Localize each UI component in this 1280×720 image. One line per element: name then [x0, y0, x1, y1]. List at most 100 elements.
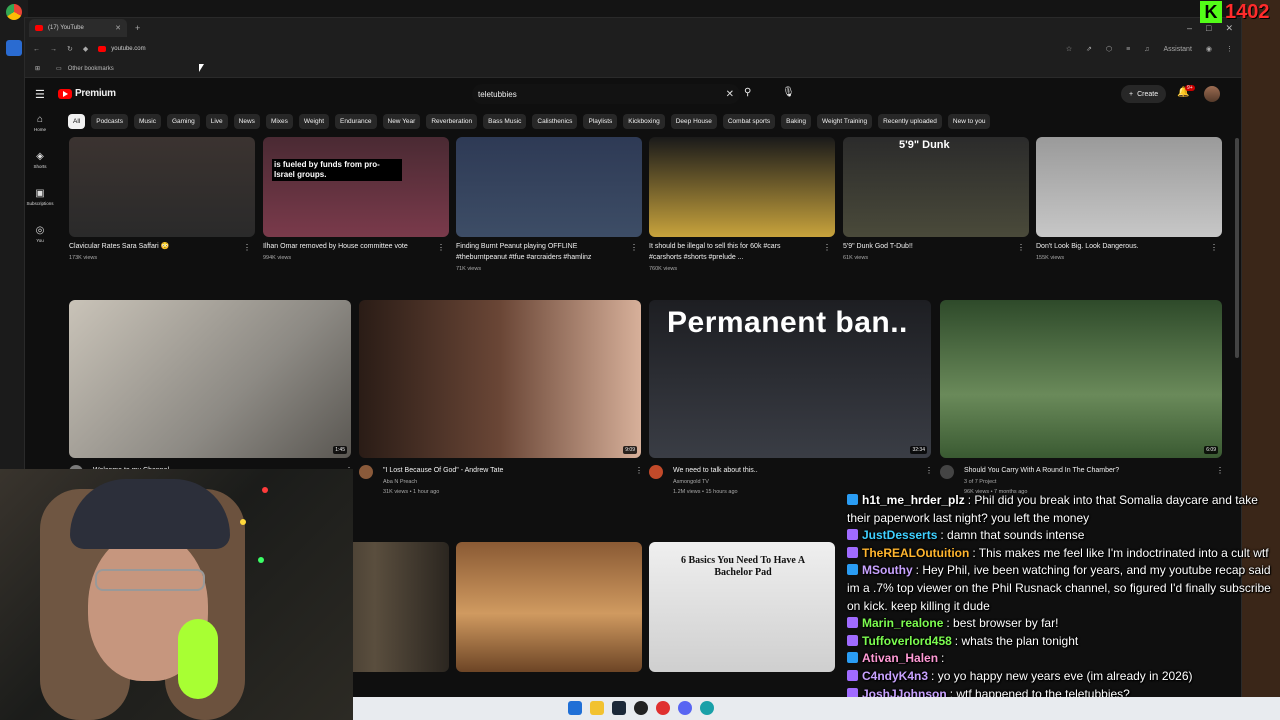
more-options-icon[interactable]: ⋮ [437, 243, 445, 252]
minimize-icon[interactable]: – [1187, 23, 1192, 34]
more-options-icon[interactable]: ⋮ [1210, 243, 1218, 252]
share-icon[interactable]: ⇗ [1086, 45, 1092, 53]
more-options-icon[interactable]: ⋮ [1216, 466, 1224, 475]
video-title[interactable]: We need to talk about this.. [673, 466, 758, 475]
video-thumbnail[interactable] [649, 137, 835, 237]
discord-icon[interactable] [678, 701, 692, 715]
close-tab-icon[interactable]: ✕ [115, 24, 121, 32]
more-options-icon[interactable]: ⋮ [630, 243, 638, 252]
tab-youtube[interactable]: (17) YouTube ✕ [29, 19, 127, 37]
channel-avatar[interactable] [359, 465, 373, 479]
chip-podcasts[interactable]: Podcasts [91, 114, 128, 129]
chip-recently-uploaded[interactable]: Recently uploaded [878, 114, 942, 129]
clear-search-icon[interactable]: ✕ [726, 89, 734, 100]
extensions-icon[interactable]: ⬡ [1106, 45, 1112, 53]
video-thumbnail[interactable] [1036, 137, 1222, 237]
video-title[interactable]: It should be illegal to sell this for 60… [649, 242, 781, 251]
chip-combat-sports[interactable]: Combat sports [722, 114, 776, 129]
url-field[interactable]: youtube.com [98, 46, 146, 52]
account-avatar[interactable] [1204, 86, 1220, 102]
more-options-icon[interactable]: ⋮ [635, 466, 643, 475]
channel-name[interactable]: 3 of 7 Project [964, 478, 996, 486]
video-thumbnail[interactable]: is fueled by funds from pro-Israel group… [263, 137, 449, 237]
channel-name[interactable]: Aba N Preach [383, 478, 417, 486]
sidebar-item-shorts[interactable]: ◈ Shorts [25, 151, 55, 188]
video-title-line-2[interactable]: #carshorts #shorts #prelude ... [649, 253, 744, 262]
chrome-desktop-icon[interactable] [6, 4, 22, 20]
chip-music[interactable]: Music [133, 114, 161, 129]
chip-mixes[interactable]: Mixes [265, 114, 293, 129]
browser-taskbar-icon[interactable] [700, 701, 714, 715]
chat-username[interactable]: MSouthy [862, 563, 913, 577]
sidebar-item-subscriptions[interactable]: ▣ Subscriptions [25, 188, 55, 225]
video-thumbnail[interactable]: 5'9" Dunk [843, 137, 1029, 237]
obs-icon[interactable] [634, 701, 648, 715]
audio-icon[interactable]: ♫ [1144, 46, 1149, 53]
chip-live[interactable]: Live [205, 114, 228, 129]
page-scrollbar[interactable] [1235, 138, 1239, 358]
video-thumbnail[interactable]: 1:45 [69, 300, 351, 458]
desktop-shortcut-icon[interactable] [6, 40, 22, 56]
chat-username[interactable]: Tuffoverlord458 [862, 634, 952, 648]
channel-name[interactable]: Asmongold TV [673, 478, 709, 486]
video-thumbnail[interactable]: 9:09 [359, 300, 641, 458]
search-input[interactable]: teletubbies [478, 90, 517, 99]
new-tab-icon[interactable]: + [135, 23, 140, 33]
start-icon[interactable] [568, 701, 582, 715]
chip-gaming[interactable]: Gaming [166, 114, 200, 129]
app-icon[interactable] [656, 701, 670, 715]
chip-new-year[interactable]: New Year [382, 114, 421, 129]
video-thumbnail[interactable] [456, 137, 642, 237]
video-thumbnail[interactable]: 6:09 [940, 300, 1222, 458]
close-window-icon[interactable]: ✕ [1225, 23, 1233, 34]
video-title[interactable]: 5'9" Dunk God T-Dub!! [843, 242, 913, 251]
chat-username[interactable]: h1t_me_hrder_plz [862, 493, 965, 507]
chat-username[interactable]: TheREALOutuition [862, 546, 969, 560]
chip-weight[interactable]: Weight [298, 114, 330, 129]
chat-username[interactable]: JustDesserts [862, 528, 937, 542]
chip-bass-music[interactable]: Bass Music [483, 114, 527, 129]
more-options-icon[interactable]: ⋮ [1017, 243, 1025, 252]
file-explorer-icon[interactable] [590, 701, 604, 715]
video-thumbnail[interactable] [456, 542, 642, 672]
chat-username[interactable]: Marin_realone [862, 616, 943, 630]
video-title-line-2[interactable]: #theburntpeanut #tfue #arcraiders #hamli… [456, 253, 591, 262]
youtube-logo[interactable]: Premium [58, 88, 116, 99]
apps-icon[interactable]: ⊞ [35, 65, 40, 72]
chip-weight-training[interactable]: Weight Training [817, 114, 873, 129]
sidebar-item-home[interactable]: ⌂ Home [25, 114, 55, 151]
video-thumbnail[interactable] [69, 137, 255, 237]
chip-endurance[interactable]: Endurance [335, 114, 377, 129]
video-title[interactable]: "I Lost Because Of God" - Andrew Tate [383, 466, 503, 475]
video-title[interactable]: Clavicular Rates Sara Saffari 😳 [69, 242, 169, 251]
video-title[interactable]: Ilhan Omar removed by House committee vo… [263, 242, 408, 251]
video-thumbnail[interactable]: Permanent ban.. 32:34 [649, 300, 931, 458]
assistant-button[interactable]: Assistant [1163, 46, 1191, 53]
chip-calisthenics[interactable]: Calisthenics [532, 114, 578, 129]
profile-icon[interactable]: ◉ [1206, 45, 1212, 53]
star-icon[interactable]: ☆ [1066, 45, 1072, 53]
chip-baking[interactable]: Baking [781, 114, 812, 129]
search-box[interactable]: teletubbies ✕ [472, 84, 740, 104]
chat-username[interactable]: C4ndyK4n3 [862, 669, 928, 683]
microphone-icon[interactable]: 🎙 [782, 87, 795, 98]
chip-deep-house[interactable]: Deep House [670, 114, 717, 129]
chip-kickboxing[interactable]: Kickboxing [623, 114, 665, 129]
menu-icon[interactable]: ⋮ [1226, 45, 1233, 53]
more-options-icon[interactable]: ⋮ [243, 243, 251, 252]
video-title[interactable]: Finding Burnt Peanut playing OFFLINE [456, 242, 577, 251]
shield-icon[interactable]: ◆ [83, 45, 88, 53]
more-options-icon[interactable]: ⋮ [823, 243, 831, 252]
steam-icon[interactable] [612, 701, 626, 715]
search-icon[interactable]: ⚲ [744, 87, 751, 98]
channel-avatar[interactable] [940, 465, 954, 479]
more-options-icon[interactable]: ⋮ [925, 466, 933, 475]
channel-avatar[interactable] [649, 465, 663, 479]
chip-news[interactable]: News [233, 114, 260, 129]
forward-icon[interactable]: → [50, 46, 57, 53]
chip-reverberation[interactable]: Reverberation [426, 114, 478, 129]
back-icon[interactable]: ← [33, 46, 40, 53]
video-title[interactable]: Should You Carry With A Round In The Cha… [964, 466, 1119, 475]
video-title[interactable]: Don't Look Big. Look Dangerous. [1036, 242, 1139, 251]
create-button[interactable]: + Create [1121, 85, 1167, 103]
